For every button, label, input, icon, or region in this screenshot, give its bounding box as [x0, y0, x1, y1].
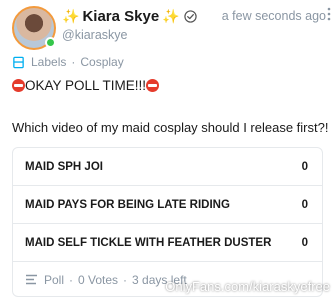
poll-vote-count: 0 Votes: [78, 272, 119, 287]
sparkles-icon: ✨: [62, 8, 80, 24]
avatar[interactable]: [12, 6, 56, 50]
stop-sign-icon: [12, 79, 25, 92]
verified-icon: [183, 9, 197, 23]
poll: MAID SPH JOI 0 MAID PAYS FOR BEING LATE …: [12, 147, 323, 297]
online-indicator: [45, 37, 56, 48]
post-title-text: OKAY POLL TIME!!!: [25, 78, 147, 93]
labels-row: Labels · Cosplay: [12, 55, 124, 69]
author-name-row[interactable]: ✨ Kiara Skye ✨: [62, 7, 197, 25]
poll-option-votes: 0: [301, 236, 308, 249]
poll-option-label: MAID SELF TICKLE WITH FEATHER DUSTER: [25, 236, 272, 249]
labels-prefix: Labels: [31, 55, 67, 69]
poll-option-label: MAID PAYS FOR BEING LATE RIDING: [25, 198, 230, 211]
more-options-icon[interactable]: [327, 7, 331, 21]
stop-sign-icon: [146, 79, 160, 92]
poll-option[interactable]: MAID SELF TICKLE WITH FEATHER DUSTER 0: [13, 224, 322, 262]
author-username[interactable]: @kiaraskye: [62, 28, 128, 42]
poll-option[interactable]: MAID SPH JOI 0: [13, 148, 322, 186]
poll-footer-separator: ·: [123, 272, 128, 287]
poll-option-votes: 0: [301, 198, 308, 211]
post-title: OKAY POLL TIME!!!: [12, 78, 160, 93]
post-body: Which video of my maid cosplay should I …: [12, 120, 329, 135]
author-display-name[interactable]: Kiara Skye: [82, 8, 159, 25]
watermark: OnlyFans.com/kiaraskyefree: [165, 279, 330, 294]
post-timestamp: a few seconds ago: [221, 9, 326, 23]
labels-separator: ·: [71, 55, 76, 69]
poll-option-votes: 0: [301, 160, 308, 173]
poll-type: Poll: [44, 272, 65, 287]
sparkles-icon: ✨: [162, 8, 180, 24]
label-cosplay[interactable]: Cosplay: [80, 55, 123, 69]
poll-icon: [26, 274, 37, 285]
tag-icon: [13, 56, 24, 68]
poll-option[interactable]: MAID PAYS FOR BEING LATE RIDING 0: [13, 186, 322, 224]
poll-footer-separator: ·: [69, 272, 74, 287]
poll-option-label: MAID SPH JOI: [25, 160, 103, 173]
